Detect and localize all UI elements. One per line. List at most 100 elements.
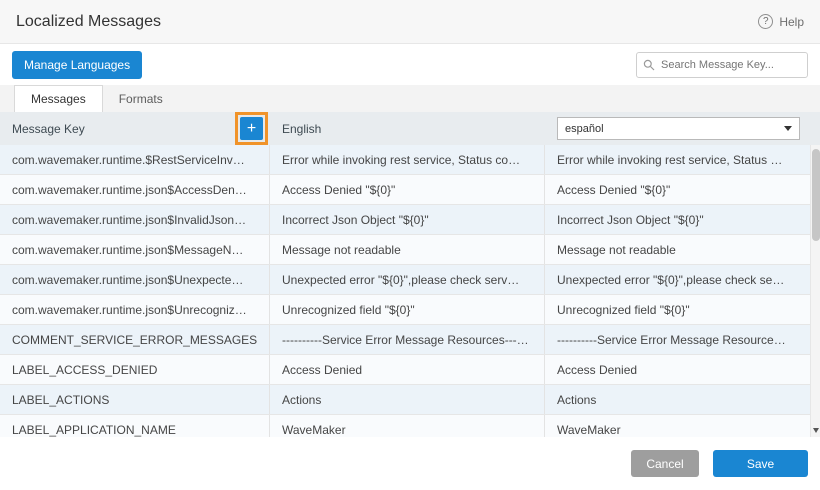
tab-formats[interactable]: Formats [103,85,179,112]
column-header-language: español [545,112,810,145]
cell-message-key[interactable]: LABEL_ACTIONS [0,385,270,414]
table-body: com.wavemaker.runtime.$RestServiceInv… Er… [0,145,820,437]
cell-english-text: Unrecognized field "${0}" [282,303,415,317]
cell-localized-text: Error while invoking rest service, Statu… [557,153,782,167]
cell-message-key[interactable]: LABEL_ACCESS_DENIED [0,355,270,384]
cell-english-text: Message not readable [282,243,401,257]
cell-english[interactable]: Access Denied "${0}" [270,175,545,204]
search-box[interactable] [636,52,808,78]
table-row[interactable]: com.wavemaker.runtime.$RestServiceInv… Er… [0,145,820,175]
cell-localized[interactable]: Error while invoking rest service, Statu… [545,145,810,174]
cell-localized[interactable]: Incorrect Json Object "${0}" [545,205,810,234]
cell-english[interactable]: Incorrect Json Object "${0}" [270,205,545,234]
help-button[interactable]: ? Help [758,14,804,29]
table-row[interactable]: com.wavemaker.runtime.json$Unexpecte… Une… [0,265,820,295]
column-header-message-key: Message Key + [0,112,270,145]
message-key-header-label: Message Key [12,122,85,136]
cell-message-key[interactable]: com.wavemaker.runtime.json$Unrecogniz… [0,295,270,324]
cell-english[interactable]: Actions [270,385,545,414]
page-title: Localized Messages [16,13,161,31]
cell-localized[interactable]: WaveMaker [545,415,810,437]
dialog-header: Localized Messages ? Help [0,0,820,44]
cell-message-key-text: LABEL_ACTIONS [12,393,109,407]
table-row[interactable]: com.wavemaker.runtime.json$MessageN… Mess… [0,235,820,265]
save-button[interactable]: Save [713,450,808,477]
column-header-english: English [270,112,545,145]
cell-localized-text: ----------Service Error Message Resource… [557,333,786,347]
scrollbar-down-arrow[interactable] [811,424,820,436]
cell-localized-text: Message not readable [557,243,676,257]
cell-message-key[interactable]: com.wavemaker.runtime.json$Unexpecte… [0,265,270,294]
table-row[interactable]: LABEL_ACCESS_DENIED Access Denied Access D… [0,355,820,385]
cell-message-key[interactable]: com.wavemaker.runtime.json$MessageN… [0,235,270,264]
cell-localized-text: Unexpected error "${0}",please check se… [557,273,784,287]
cell-localized[interactable]: Message not readable [545,235,810,264]
messages-table: Message Key + English español com.wavema… [0,112,820,437]
table-row[interactable]: com.wavemaker.runtime.json$AccessDen… Acc… [0,175,820,205]
cell-message-key[interactable]: com.wavemaker.runtime.$RestServiceInv… [0,145,270,174]
cell-localized-text: Incorrect Json Object "${0}" [557,213,704,227]
cell-message-key-text: LABEL_APPLICATION_NAME [12,423,176,437]
add-message-key-button[interactable]: + [240,117,263,140]
cell-localized[interactable]: ----------Service Error Message Resource… [545,325,810,354]
cell-english[interactable]: Access Denied [270,355,545,384]
cell-english[interactable]: Unexpected error "${0}",please check ser… [270,265,545,294]
cell-message-key-text: com.wavemaker.runtime.json$Unexpecte… [12,273,243,287]
tab-messages[interactable]: Messages [14,85,103,112]
cell-localized[interactable]: Access Denied [545,355,810,384]
cell-english-text: ----------Service Error Message Resource… [282,333,529,347]
dialog-footer: Cancel Save [0,437,820,490]
cell-message-key-text: LABEL_ACCESS_DENIED [12,363,157,377]
cell-english-text: WaveMaker [282,423,346,437]
cell-message-key[interactable]: LABEL_APPLICATION_NAME [0,415,270,437]
cell-message-key-text: com.wavemaker.runtime.json$InvalidJson… [12,213,246,227]
cell-message-key[interactable]: com.wavemaker.runtime.json$AccessDen… [0,175,270,204]
cell-english-text: Incorrect Json Object "${0}" [282,213,429,227]
table-row[interactable]: LABEL_APPLICATION_NAME WaveMaker WaveMaker [0,415,820,437]
toolbar: Manage Languages [0,44,820,85]
cell-localized-text: Actions [557,393,596,407]
cell-english[interactable]: ----------Service Error Message Resource… [270,325,545,354]
cell-localized-text: Access Denied [557,363,637,377]
scrollbar-thumb[interactable] [812,149,820,241]
search-icon [643,59,655,71]
cell-message-key-text: COMMENT_SERVICE_ERROR_MESSAGES [12,333,257,347]
language-select-value: español [565,123,604,135]
table-row[interactable]: com.wavemaker.runtime.json$Unrecogniz… Un… [0,295,820,325]
cell-message-key[interactable]: com.wavemaker.runtime.json$InvalidJson… [0,205,270,234]
cell-localized-text: WaveMaker [557,423,621,437]
manage-languages-button[interactable]: Manage Languages [12,51,142,79]
cell-english-text: Access Denied "${0}" [282,183,395,197]
cell-localized[interactable]: Access Denied "${0}" [545,175,810,204]
cell-english-text: Unexpected error "${0}",please check ser… [282,273,519,287]
table-row[interactable]: COMMENT_SERVICE_ERROR_MESSAGES ----------… [0,325,820,355]
cell-localized[interactable]: Unexpected error "${0}",please check se… [545,265,810,294]
cell-message-key[interactable]: COMMENT_SERVICE_ERROR_MESSAGES [0,325,270,354]
table-header-row: Message Key + English español [0,112,820,145]
help-label: Help [779,15,804,29]
cell-message-key-text: com.wavemaker.runtime.json$AccessDen… [12,183,247,197]
cell-english[interactable]: Message not readable [270,235,545,264]
language-select[interactable]: español [557,117,800,140]
cell-english[interactable]: Unrecognized field "${0}" [270,295,545,324]
table-row[interactable]: com.wavemaker.runtime.json$InvalidJson… I… [0,205,820,235]
cancel-button[interactable]: Cancel [631,450,699,477]
cell-localized[interactable]: Unrecognized field "${0}" [545,295,810,324]
cell-message-key-text: com.wavemaker.runtime.json$Unrecogniz… [12,303,247,317]
cell-english-text: Access Denied [282,363,362,377]
vertical-scrollbar[interactable] [810,145,820,437]
cell-english-text: Error while invoking rest service, Statu… [282,153,520,167]
cell-english[interactable]: WaveMaker [270,415,545,437]
cell-english-text: Actions [282,393,321,407]
table-row[interactable]: LABEL_ACTIONS Actions Actions [0,385,820,415]
cell-english[interactable]: Error while invoking rest service, Statu… [270,145,545,174]
cell-localized[interactable]: Actions [545,385,810,414]
help-icon: ? [758,14,773,29]
chevron-down-icon [784,126,792,131]
english-header-label: English [282,122,321,136]
cell-localized-text: Access Denied "${0}" [557,183,670,197]
search-input[interactable] [636,52,808,78]
tab-bar: Messages Formats [0,85,820,112]
add-key-highlight: + [235,112,268,145]
triangle-down-icon [813,428,819,433]
